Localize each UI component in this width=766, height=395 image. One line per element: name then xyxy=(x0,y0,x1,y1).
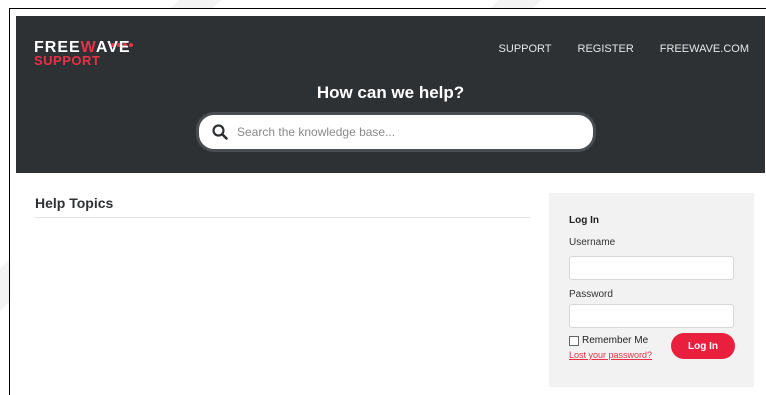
password-field[interactable] xyxy=(569,304,734,328)
remember-me[interactable]: Remember Me xyxy=(569,335,648,346)
nav-support-link[interactable]: SUPPORT xyxy=(499,43,552,55)
nav-register-link[interactable]: REGISTER xyxy=(578,43,634,55)
login-panel: Log In Username Password Remember Me Los… xyxy=(549,193,754,387)
remember-label: Remember Me xyxy=(582,335,649,346)
top-nav: SUPPORT REGISTER FREEWAVE.COM xyxy=(499,43,749,55)
site-header: FREEWAVE SUPPORT SUPPORT REGISTER FREEWA… xyxy=(16,16,765,173)
search-icon xyxy=(212,124,228,140)
nav-freewave-link[interactable]: FREEWAVE.COM xyxy=(660,43,749,55)
remember-checkbox[interactable] xyxy=(569,335,579,346)
hero-title: How can we help? xyxy=(316,83,465,102)
lost-password-link[interactable]: Lost your password? xyxy=(569,350,652,360)
login-button[interactable]: Log In xyxy=(671,333,735,359)
logo-sub: SUPPORT xyxy=(34,53,101,68)
divider xyxy=(35,217,530,218)
password-label: Password xyxy=(569,289,613,300)
help-topics-heading: Help Topics xyxy=(35,195,114,211)
login-title: Log In xyxy=(569,215,599,226)
username-field[interactable] xyxy=(569,256,734,280)
search-bar[interactable] xyxy=(196,112,596,152)
freewave-support-logo[interactable]: FREEWAVE SUPPORT xyxy=(34,39,144,79)
search-input[interactable] xyxy=(235,124,569,140)
username-label: Username xyxy=(569,237,616,248)
